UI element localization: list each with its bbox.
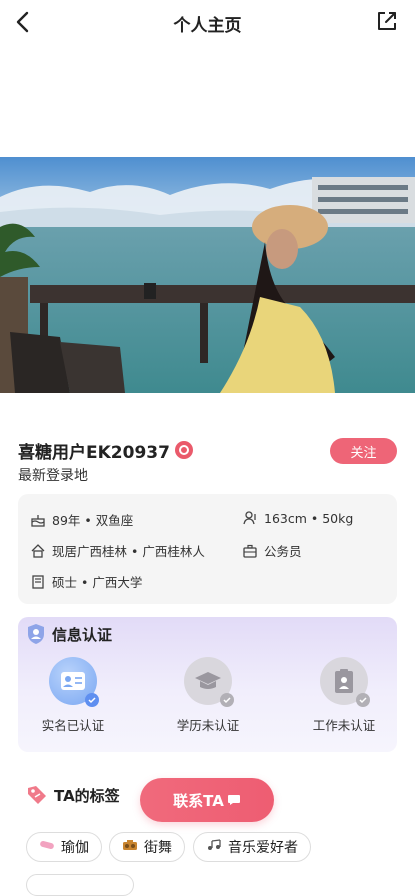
verify-label-work: 工作未认证: [312, 718, 376, 733]
tag-icon: [28, 786, 46, 804]
verification-title: 信息认证: [52, 625, 113, 644]
top-bar: 个人主页: [0, 0, 415, 44]
tag-music-lover[interactable]: 音乐爱好者: [193, 832, 311, 862]
person-icon: [243, 511, 256, 525]
contact-label: 联系TA: [173, 791, 224, 810]
check-icon: [220, 693, 234, 707]
vip-badge-icon: [174, 441, 193, 459]
info-residence-text: 现居广西桂林 • 广西桂林人: [52, 544, 205, 559]
share-icon[interactable]: [375, 9, 399, 33]
music-note-icon: [206, 839, 222, 855]
id-card-icon: [49, 657, 99, 707]
tags-header: TA的标签: [26, 784, 120, 806]
tag-label: 街舞: [144, 840, 172, 856]
info-education-text: 硕士 • 广西大学: [52, 575, 143, 590]
info-body: 163cm • 50kg: [242, 510, 353, 526]
book-icon: [32, 574, 44, 589]
page-title: 个人主页: [173, 16, 242, 36]
profile-name-row: 喜糖用户EK20937: [18, 437, 193, 463]
info-education: 硕士 • 广西大学: [30, 572, 142, 591]
tag-label: 瑜伽: [61, 840, 89, 856]
profile-photo[interactable]: [0, 157, 415, 393]
verify-label-education: 学历未认证: [176, 718, 240, 733]
info-body-text: 163cm • 50kg: [264, 510, 354, 526]
tag-label: 音乐爱好者: [228, 840, 298, 856]
cake-icon: [31, 514, 45, 527]
house-icon: [31, 543, 45, 558]
shield-icon: [28, 624, 44, 644]
contact-button[interactable]: 联系TA: [140, 778, 274, 822]
work-badge-icon: [320, 657, 370, 707]
verify-label-realname: 实名已认证: [41, 718, 105, 733]
follow-button[interactable]: 关注: [330, 438, 397, 464]
user-name: 喜糖用户EK20937: [18, 442, 170, 463]
info-job: 公务员: [242, 541, 302, 560]
verify-item-education[interactable]: 学历未认证: [158, 657, 258, 734]
basic-info-card: 89年 • 双鱼座 163cm • 50kg 现居广西桂林 • 广西桂林人 公务…: [18, 494, 397, 604]
verify-item-realname[interactable]: 实名已认证: [23, 657, 123, 734]
briefcase-icon: [243, 544, 257, 558]
chat-bubble-icon: [227, 795, 240, 805]
tag-partial[interactable]: [26, 874, 134, 896]
info-birth: 89年 • 双鱼座: [30, 510, 133, 529]
lake-photo-image: [0, 157, 415, 393]
info-residence: 现居广西桂林 • 广西桂林人: [30, 541, 205, 560]
info-job-text: 公务员: [264, 544, 302, 559]
info-birth-text: 89年 • 双鱼座: [52, 513, 134, 528]
graduation-cap-icon: [184, 657, 234, 707]
yoga-mat-icon: [39, 839, 55, 855]
last-login-location: 最新登录地: [18, 468, 88, 484]
verify-item-work[interactable]: 工作未认证: [294, 657, 394, 734]
verification-header: 信息认证: [26, 623, 112, 645]
check-icon: [85, 693, 99, 707]
tags-title: TA的标签: [54, 786, 120, 805]
check-icon: [356, 693, 370, 707]
boombox-icon: [122, 839, 138, 855]
verification-card: 信息认证 实名已认证 学历未认证 工作未认证: [18, 617, 397, 752]
tag-yoga[interactable]: 瑜伽: [26, 832, 102, 862]
tag-street-dance[interactable]: 街舞: [109, 832, 185, 862]
